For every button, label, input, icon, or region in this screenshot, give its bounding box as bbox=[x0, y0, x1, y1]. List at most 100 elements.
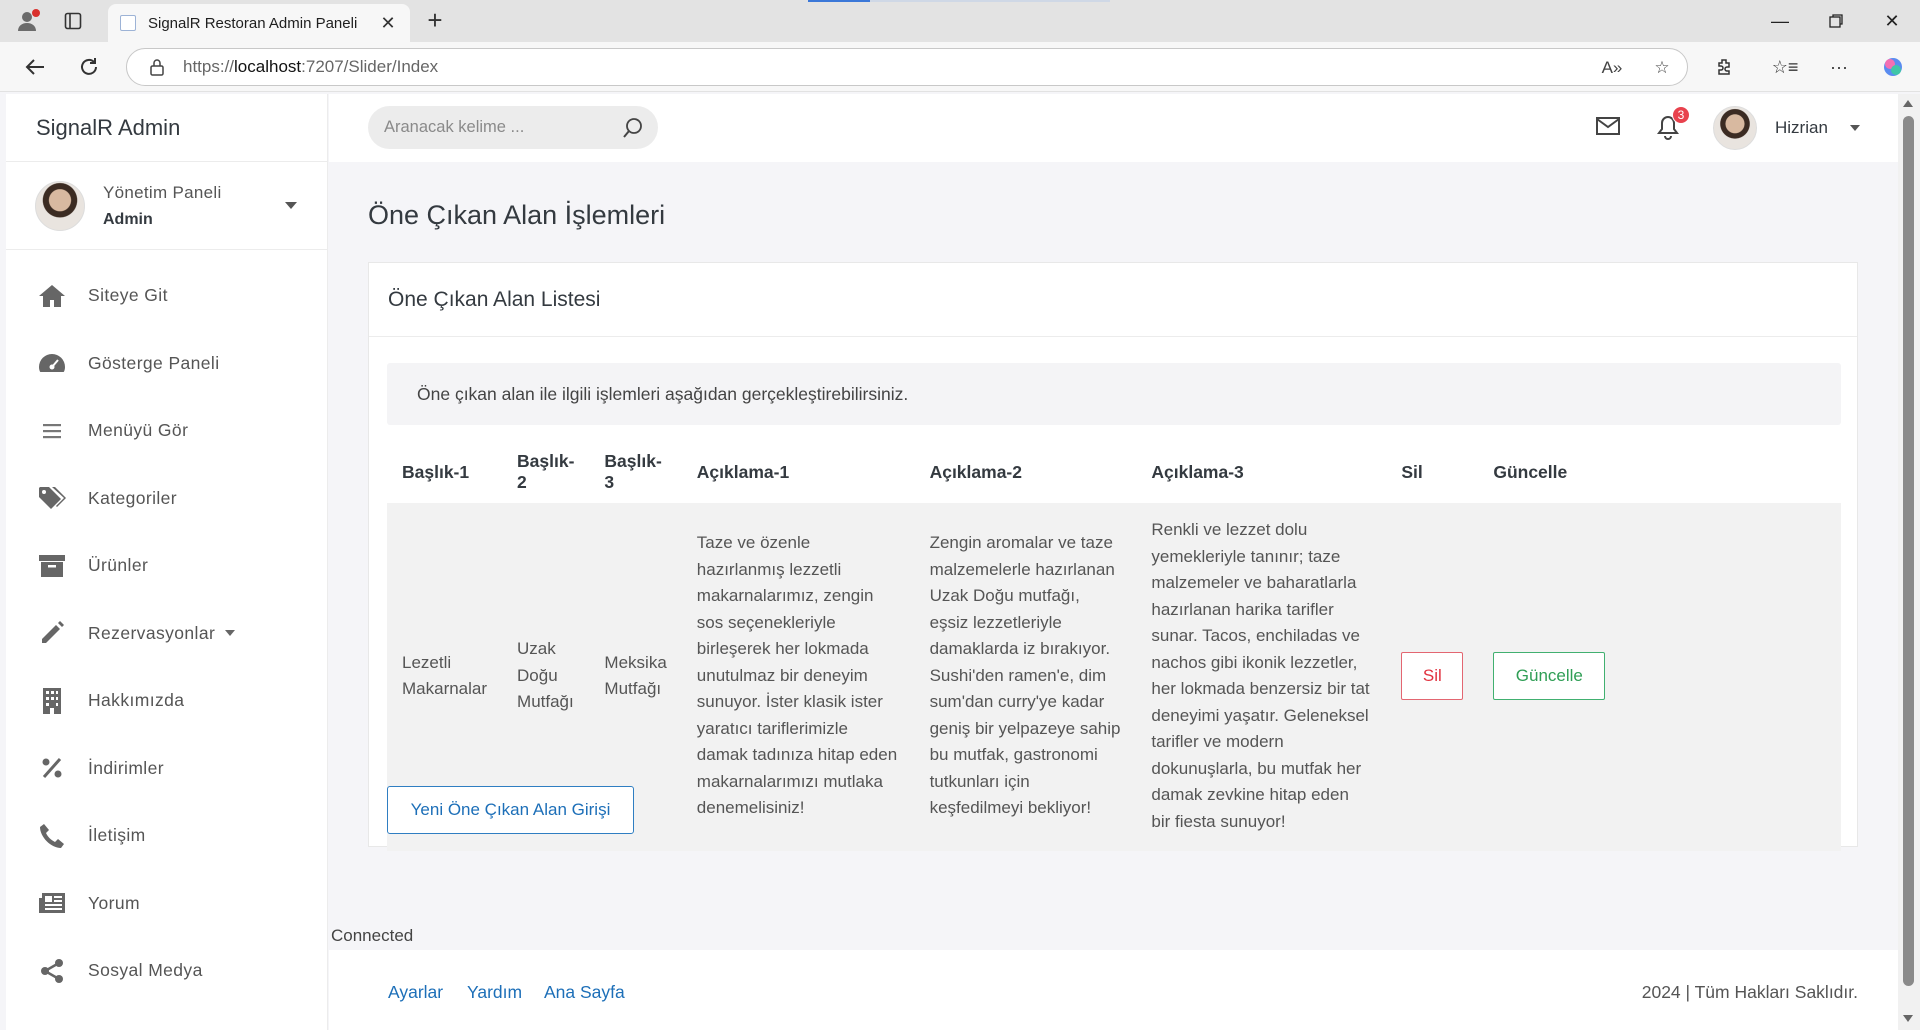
share-icon bbox=[36, 955, 68, 987]
search-box[interactable]: Aranacak kelime ... bbox=[368, 106, 658, 149]
newspaper-icon bbox=[36, 887, 68, 919]
sidebar-item-hakkimizda[interactable]: Hakkımızda bbox=[6, 667, 327, 735]
column-header: Açıklama-3 bbox=[1151, 461, 1244, 482]
cell-desc1: Taze ve özenle hazırlanmış lezzetli maka… bbox=[681, 503, 915, 851]
close-window-icon[interactable]: ✕ bbox=[1864, 0, 1920, 42]
avatar bbox=[35, 180, 85, 231]
scrollbar-thumb[interactable] bbox=[1903, 116, 1914, 986]
sidebar-item-menuyu-gor[interactable]: Menüyü Gör bbox=[6, 397, 327, 465]
sidebar-item-kategoriler[interactable]: Kategoriler bbox=[6, 465, 327, 533]
percent-icon bbox=[36, 752, 68, 784]
sidebar-item-gosterge-paneli[interactable]: Gösterge Paneli bbox=[6, 330, 327, 398]
sidebar-item-label: Menüyü Gör bbox=[88, 420, 189, 441]
cell-desc3: Renkli ve lezzet dolu yemekleriyle tanın… bbox=[1136, 503, 1387, 851]
column-header: Başlık-1 bbox=[402, 461, 470, 482]
extensions-icon[interactable] bbox=[1712, 54, 1738, 80]
column-header: Başlık-3 bbox=[604, 451, 662, 492]
info-alert: Öne çıkan alan ile ilgili işlemleri aşağ… bbox=[387, 363, 1841, 425]
page-scrollbar[interactable] bbox=[1898, 94, 1920, 1030]
connection-status: Connected bbox=[331, 926, 414, 945]
restore-icon[interactable] bbox=[1808, 0, 1864, 42]
minimize-icon[interactable]: — bbox=[1752, 0, 1808, 42]
favorite-star-icon[interactable]: ☆ bbox=[1651, 57, 1673, 79]
sidebar-item-label: Sosyal Medya bbox=[88, 960, 203, 981]
notification-badge: 3 bbox=[1672, 106, 1690, 124]
chevron-down-icon bbox=[225, 630, 236, 637]
sidebar-item-rezervasyonlar[interactable]: Rezervasyonlar bbox=[6, 600, 327, 668]
sidebar-item-label: Kategoriler bbox=[88, 487, 178, 508]
sidebar-item-siteye-git[interactable]: Siteye Git bbox=[6, 262, 327, 330]
new-slider-button[interactable]: Yeni Öne Çıkan Alan Girişi bbox=[387, 786, 634, 834]
browser-tab[interactable]: SignalR Restoran Admin Paneli ✕ bbox=[108, 4, 410, 42]
more-options-icon[interactable]: ··· bbox=[1826, 54, 1852, 80]
close-tab-icon[interactable]: ✕ bbox=[378, 13, 398, 34]
column-header: Güncelle bbox=[1493, 461, 1568, 482]
tab-actions-icon[interactable] bbox=[60, 8, 86, 34]
avatar[interactable] bbox=[1713, 106, 1757, 150]
top-header: Aranacak kelime ... 3 Hizrian bbox=[329, 94, 1898, 162]
cell-update: Güncelle bbox=[1478, 503, 1841, 851]
browser-tab-title: SignalR Restoran Admin Paneli bbox=[148, 14, 358, 32]
user-title: Yönetim Paneli bbox=[103, 182, 222, 202]
cell-desc2: Zengin aromalar ve taze malzemelerle haz… bbox=[914, 503, 1137, 851]
pencil-icon bbox=[36, 617, 68, 649]
column-header: Sil bbox=[1401, 461, 1423, 482]
sidebar-item-label: İletişim bbox=[88, 825, 146, 846]
user-name[interactable]: Hizrian bbox=[1775, 118, 1828, 138]
scroll-up-icon[interactable] bbox=[1903, 100, 1913, 107]
gauge-icon bbox=[36, 347, 68, 379]
page-favicon-icon bbox=[120, 15, 136, 31]
sidebar-item-iletisim[interactable]: İletişim bbox=[6, 802, 327, 870]
sidebar-item-label: Hakkımızda bbox=[88, 690, 185, 711]
card-title: Öne Çıkan Alan Listesi bbox=[369, 263, 1857, 337]
sidebar-item-label: Siteye Git bbox=[88, 285, 168, 306]
sidebar-item-label: Gösterge Paneli bbox=[88, 352, 220, 373]
footer-link-ana-sayfa[interactable]: Ana Sayfa bbox=[544, 982, 625, 1003]
url-text: https://localhost:7207/Slider/Index bbox=[183, 57, 439, 76]
building-icon bbox=[36, 685, 68, 717]
favorites-icon[interactable]: ☆≡ bbox=[1772, 54, 1799, 80]
search-input[interactable]: Aranacak kelime ... bbox=[384, 118, 618, 137]
copilot-icon[interactable] bbox=[1880, 54, 1906, 80]
sidebar-item-label: İndirimler bbox=[88, 757, 164, 778]
footer-link-yardim[interactable]: Yardım bbox=[467, 982, 522, 1003]
list-icon bbox=[36, 415, 68, 447]
column-header: Açıklama-1 bbox=[696, 461, 790, 482]
refresh-icon[interactable] bbox=[74, 52, 104, 82]
sidebar-item-sosyal-medya[interactable]: Sosyal Medya bbox=[6, 937, 327, 1005]
chevron-down-icon[interactable] bbox=[1850, 125, 1860, 131]
update-button[interactable]: Güncelle bbox=[1493, 652, 1606, 700]
sidebar: SignalR Admin Yönetim Paneli Admin Sitey… bbox=[6, 94, 328, 1030]
footer: Ayarlar Yardım Ana Sayfa 2024 | Tüm Hakl… bbox=[329, 950, 1898, 1030]
sidebar-item-indirimler[interactable]: İndirimler bbox=[6, 735, 327, 803]
user-role: Admin bbox=[103, 210, 153, 228]
sidebar-item-yorum[interactable]: Yorum bbox=[6, 870, 327, 938]
new-tab-icon[interactable]: + bbox=[420, 7, 450, 35]
column-header: Açıklama-2 bbox=[929, 461, 1022, 482]
table-header-row: Başlık-1 Başlık-2 Başlık-3 Açıklama-1 Aç… bbox=[387, 441, 1841, 503]
sidebar-brand[interactable]: SignalR Admin bbox=[6, 94, 327, 162]
footer-link-ayarlar[interactable]: Ayarlar bbox=[388, 982, 443, 1003]
sidebar-item-label: Ürünler bbox=[88, 555, 149, 576]
browser-toolbar: https://localhost:7207/Slider/Index A» ☆… bbox=[0, 42, 1920, 92]
loading-indicator-track bbox=[870, 0, 1110, 2]
copyright-text: 2024 | Tüm Hakları Saklıdır. bbox=[1641, 982, 1858, 1002]
read-aloud-icon[interactable]: A» bbox=[1601, 57, 1623, 79]
chevron-down-icon[interactable] bbox=[285, 202, 297, 209]
phone-icon bbox=[36, 820, 68, 852]
back-icon[interactable] bbox=[20, 52, 50, 82]
archive-icon bbox=[36, 550, 68, 582]
browser-profile-icon[interactable] bbox=[12, 7, 42, 35]
scroll-down-icon[interactable] bbox=[1903, 1015, 1913, 1022]
site-info-icon[interactable] bbox=[149, 58, 167, 76]
column-header: Başlık-2 bbox=[517, 451, 575, 492]
sidebar-menu: Siteye Git Gösterge Paneli Menüyü Gör Ka… bbox=[6, 250, 327, 1005]
home-icon bbox=[36, 280, 68, 312]
delete-button[interactable]: Sil bbox=[1401, 652, 1464, 700]
sidebar-item-urunler[interactable]: Ürünler bbox=[6, 532, 327, 600]
mail-icon[interactable] bbox=[1595, 116, 1623, 140]
address-bar[interactable]: https://localhost:7207/Slider/Index A» ☆ bbox=[126, 48, 1688, 86]
browser-tabbar: SignalR Restoran Admin Paneli ✕ + — ✕ bbox=[0, 0, 1920, 42]
search-icon[interactable] bbox=[618, 113, 648, 143]
sidebar-user-panel[interactable]: Yönetim Paneli Admin bbox=[6, 162, 327, 250]
